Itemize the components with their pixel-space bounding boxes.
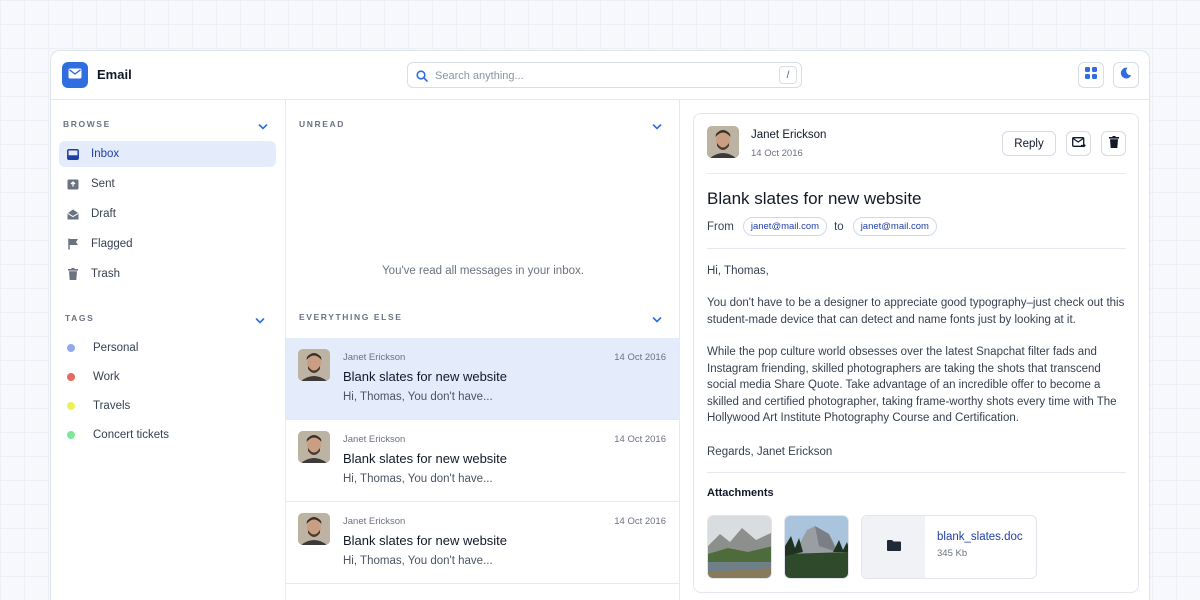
file-preview — [862, 516, 925, 578]
message-list-panel: UNREAD You've read all messages in your … — [286, 100, 680, 600]
flag-icon — [66, 237, 80, 251]
reply-button[interactable]: Reply — [1002, 131, 1056, 156]
message-date: 14 Oct 2016 — [614, 352, 666, 363]
sidebar-item-inbox[interactable]: Inbox — [59, 141, 276, 167]
tag-work[interactable]: Work — [67, 371, 120, 383]
tag-color-dot — [67, 344, 75, 352]
folder-icon — [886, 538, 901, 556]
sidebar-item-flagged[interactable]: Flagged — [59, 231, 276, 257]
chevron-down-icon[interactable] — [652, 311, 662, 329]
search-input[interactable] — [435, 67, 765, 84]
divider — [707, 472, 1126, 473]
divider — [707, 248, 1126, 249]
tag-label: Concert tickets — [93, 429, 170, 441]
everything-else-section-label: EVERYTHING ELSE — [299, 312, 403, 322]
avatar — [298, 349, 330, 381]
from-email-pill[interactable]: janet@mail.com — [742, 217, 828, 236]
attachment-file-size: 345 Kb — [937, 548, 968, 559]
attachment-image-thumbnail[interactable] — [707, 515, 772, 579]
message-preview: Hi, Thomas, You don't have... — [343, 473, 493, 485]
message-paragraph: You don't have to be a designer to appre… — [707, 297, 1125, 326]
sidebar-item-label: Trash — [91, 268, 120, 280]
message-sender: Janet Erickson — [343, 434, 406, 445]
delete-button[interactable] — [1101, 131, 1126, 156]
avatar — [707, 126, 739, 158]
trash-icon — [1108, 135, 1119, 153]
tag-label: Work — [93, 371, 120, 383]
from-to-line: From janet@mail.com to janet@mail.com — [707, 217, 944, 236]
tag-label: Travels — [93, 400, 131, 412]
draft-icon — [66, 207, 80, 221]
sent-icon — [66, 177, 80, 191]
email-app-window: Email / BROWSE — [50, 50, 1150, 600]
sidebar-item-draft[interactable]: Draft — [59, 201, 276, 227]
tag-label: Personal — [93, 342, 139, 354]
chevron-down-icon[interactable] — [652, 118, 662, 136]
message-preview: Hi, Thomas, You don't have... — [343, 391, 493, 403]
sidebar-item-label: Inbox — [91, 148, 120, 160]
sidebar-item-sent[interactable]: Sent — [59, 171, 276, 197]
message-greeting: Hi, Thomas, — [707, 265, 769, 277]
message-date: 14 Oct 2016 — [614, 516, 666, 527]
sidebar-item-label: Draft — [91, 208, 116, 220]
message-sender: Janet Erickson — [343, 516, 406, 527]
app-title: Email — [97, 67, 132, 82]
message-sender: Janet Erickson — [343, 352, 406, 363]
tag-travels[interactable]: Travels — [67, 400, 130, 412]
chevron-down-icon[interactable] — [255, 312, 265, 330]
mail-icon — [68, 66, 82, 84]
message-preview: Hi, Thomas, You don't have... — [343, 555, 493, 567]
inbox-icon — [66, 147, 80, 161]
sidebar-item-label: Sent — [91, 178, 115, 190]
from-label: From — [707, 220, 734, 233]
empty-inbox-message: You've read all messages in your inbox. — [382, 265, 584, 277]
app-logo — [62, 62, 88, 88]
divider — [707, 173, 1126, 174]
search-bar[interactable]: / — [407, 62, 802, 88]
to-label: to — [834, 220, 844, 233]
tag-color-dot — [67, 431, 75, 439]
trash-icon — [66, 267, 80, 281]
tags-section-label: TAGS — [65, 313, 95, 323]
reader-sender: Janet Erickson — [751, 129, 827, 141]
attachment-file-card[interactable]: blank_slates.doc 345 Kb — [861, 515, 1037, 579]
message-paragraph: While the pop culture world obsesses ove… — [707, 346, 1117, 424]
unread-section-label: UNREAD — [299, 119, 345, 129]
dark-mode-toggle-button[interactable] — [1113, 62, 1139, 88]
tag-color-dot — [67, 402, 75, 410]
reader-subject: Blank slates for new website — [707, 189, 922, 208]
message-subject: Blank slates for new website — [343, 451, 508, 466]
message-list-item[interactable]: Janet Erickson 14 Oct 2016 Blank slates … — [286, 420, 679, 502]
attachment-file-name[interactable]: blank_slates.doc — [937, 531, 1023, 543]
sidebar: BROWSE Inbox Sent Draft Flagged Trash TA… — [51, 100, 286, 600]
grid-icon — [1085, 66, 1097, 84]
sidebar-item-label: Flagged — [91, 238, 133, 250]
message-list-item[interactable]: Janet Erickson 14 Oct 2016 Blank slates … — [286, 502, 679, 584]
chevron-down-icon[interactable] — [258, 118, 268, 136]
message-subject: Blank slates for new website — [343, 369, 508, 384]
attachments-heading: Attachments — [707, 487, 774, 499]
tag-personal[interactable]: Personal — [67, 342, 138, 354]
avatar — [298, 431, 330, 463]
message-signoff: Regards, Janet Erickson — [707, 446, 833, 458]
forward-mail-icon — [1071, 135, 1086, 153]
attachment-image-thumbnail[interactable] — [784, 515, 849, 579]
tag-concert-tickets[interactable]: Concert tickets — [67, 429, 169, 441]
reader-date: 14 Oct 2016 — [751, 148, 803, 159]
message-date: 14 Oct 2016 — [614, 434, 666, 445]
moon-icon — [1120, 66, 1132, 84]
sidebar-item-trash[interactable]: Trash — [59, 261, 276, 287]
forward-button[interactable] — [1066, 131, 1091, 156]
top-header: Email / — [51, 51, 1149, 100]
layout-toggle-button[interactable] — [1078, 62, 1104, 88]
message-list-item[interactable]: Janet Erickson 14 Oct 2016 Blank slates … — [286, 338, 679, 420]
avatar — [298, 513, 330, 545]
browse-section-label: BROWSE — [63, 119, 111, 129]
tag-color-dot — [67, 373, 75, 381]
search-shortcut-key: / — [779, 66, 797, 84]
message-reader: Janet Erickson 14 Oct 2016 Reply Blank s… — [693, 113, 1139, 593]
message-subject: Blank slates for new website — [343, 533, 508, 548]
to-email-pill[interactable]: janet@mail.com — [852, 217, 937, 236]
search-icon — [416, 69, 428, 87]
